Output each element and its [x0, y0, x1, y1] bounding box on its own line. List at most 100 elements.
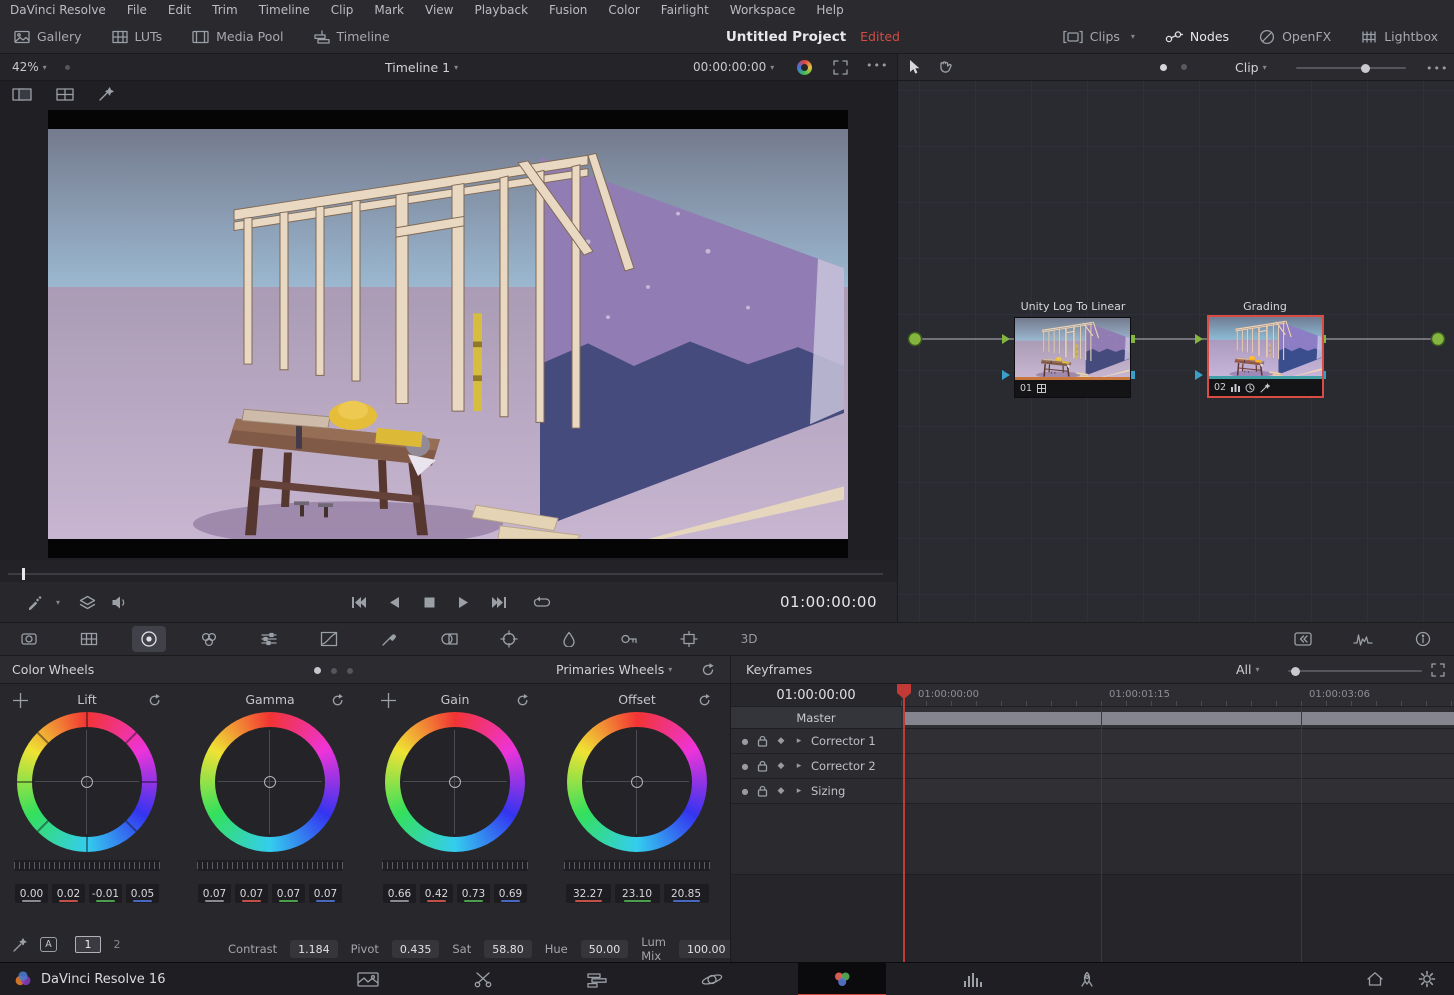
hue-value[interactable]: 50.00: [581, 940, 629, 958]
row-corrector-1[interactable]: ● ◆ ▸ Corrector 1: [731, 729, 901, 754]
gallery-button[interactable]: Gallery: [14, 29, 82, 44]
menu-app[interactable]: DaVinci Resolve: [10, 3, 106, 17]
keyframe-diamond-icon[interactable]: ◆: [775, 761, 787, 771]
lift-master-slider[interactable]: [14, 860, 160, 871]
reset-wheel-icon[interactable]: [147, 693, 162, 708]
scrubber-playhead[interactable]: [22, 568, 25, 580]
keyframes-ruler[interactable]: 01:00:00:00 01:00:01:15 01:00:03:06: [901, 684, 1454, 707]
settings-gear-icon[interactable]: [1418, 970, 1436, 988]
clips-button[interactable]: Clips ▾: [1063, 29, 1135, 44]
page-fairlight[interactable]: [945, 963, 1001, 995]
go-to-end-button[interactable]: [484, 589, 514, 615]
expand-row-icon[interactable]: ▸: [793, 736, 805, 746]
mute-button[interactable]: [104, 589, 134, 615]
master-clip-bar[interactable]: [904, 712, 1454, 725]
node-zoom-dot-active[interactable]: [1160, 64, 1167, 71]
gain-master-slider[interactable]: [382, 860, 528, 871]
enable-dot-icon[interactable]: ●: [739, 737, 751, 746]
timeline-selector[interactable]: Timeline 1: [385, 60, 450, 75]
menu-clip[interactable]: Clip: [331, 3, 354, 17]
color-wheels-tool[interactable]: [132, 626, 166, 652]
sizing-tool[interactable]: [672, 626, 706, 652]
curves-tool[interactable]: [312, 626, 346, 652]
key-tool[interactable]: [612, 626, 646, 652]
value-box[interactable]: 0.02: [52, 884, 85, 903]
reset-wheel-icon[interactable]: [330, 693, 345, 708]
enable-dot-icon[interactable]: ●: [739, 787, 751, 796]
value-box[interactable]: 0.69: [494, 884, 527, 903]
play-reverse-button[interactable]: [379, 589, 409, 615]
track-sizing[interactable]: [901, 779, 1454, 804]
viewer-timecode[interactable]: 00:00:00:00: [693, 60, 766, 74]
menu-fusion[interactable]: Fusion: [549, 3, 587, 17]
window-tool[interactable]: [432, 626, 466, 652]
node-graph[interactable]: Unity Log To Linear 01 Grading 02: [897, 81, 1454, 622]
offset-wheel[interactable]: [567, 712, 707, 852]
expand-row-icon[interactable]: ▸: [793, 761, 805, 771]
expand-viewer-button[interactable]: [833, 60, 848, 78]
stop-button[interactable]: [414, 589, 444, 615]
row-sizing[interactable]: ● ◆ ▸ Sizing: [731, 779, 901, 804]
zoom-select[interactable]: 42%: [12, 60, 39, 74]
page-fusion[interactable]: [684, 963, 740, 995]
wheels-page-2-button[interactable]: 2: [104, 936, 130, 953]
row-corrector-2[interactable]: ● ◆ ▸ Corrector 2: [731, 754, 901, 779]
menu-playback[interactable]: Playback: [474, 3, 528, 17]
nodes-button[interactable]: Nodes: [1165, 29, 1229, 44]
enhance-wand-icon[interactable]: [98, 86, 115, 102]
page-media[interactable]: [340, 963, 396, 995]
node-zoom-track[interactable]: [1296, 67, 1406, 69]
node-zoom-dot[interactable]: [1181, 64, 1187, 70]
grid-view-icon[interactable]: [56, 87, 74, 102]
luts-button[interactable]: LUTs: [112, 29, 163, 44]
blur-tool[interactable]: [552, 626, 586, 652]
value-box[interactable]: 0.66: [383, 884, 416, 903]
hsl-tool[interactable]: [192, 626, 226, 652]
lock-icon[interactable]: [757, 785, 769, 797]
wheels-page-dot[interactable]: [331, 668, 337, 674]
camera-raw-tool[interactable]: [12, 626, 46, 652]
master-track[interactable]: [901, 707, 1454, 729]
offset-master-slider[interactable]: [564, 860, 710, 871]
sat-value[interactable]: 58.80: [484, 940, 532, 958]
gamma-wheel[interactable]: [200, 712, 340, 852]
auto-wand-icon[interactable]: [12, 937, 28, 953]
hand-tool-icon[interactable]: [937, 59, 952, 75]
value-box[interactable]: 0.07: [309, 884, 342, 903]
page-cut[interactable]: [455, 963, 511, 995]
enable-dot-icon[interactable]: ●: [739, 762, 751, 771]
viewer-scrubber[interactable]: [0, 560, 897, 582]
page-deliver[interactable]: [1059, 963, 1115, 995]
reset-all-icon[interactable]: [700, 662, 716, 678]
loop-button[interactable]: [527, 589, 557, 615]
menu-trim[interactable]: Trim: [212, 3, 238, 17]
media-pool-button[interactable]: Media Pool: [192, 29, 283, 44]
value-box[interactable]: 0.42: [420, 884, 453, 903]
value-box[interactable]: 20.85: [664, 884, 709, 903]
wheels-page-dot-active[interactable]: [314, 667, 321, 674]
value-box[interactable]: 0.05: [126, 884, 159, 903]
menu-workspace[interactable]: Workspace: [730, 3, 796, 17]
value-box[interactable]: 0.73: [457, 884, 490, 903]
grade-bypass-button[interactable]: [797, 60, 812, 75]
collapse-panel-button[interactable]: [1286, 626, 1320, 652]
contrast-value[interactable]: 1.184: [290, 940, 338, 958]
menu-mark[interactable]: Mark: [374, 3, 404, 17]
node-01[interactable]: 01: [1014, 317, 1131, 398]
menu-file[interactable]: File: [127, 3, 147, 17]
node-02-selected[interactable]: 02: [1207, 315, 1324, 398]
keyframes-filter[interactable]: All: [1236, 662, 1252, 677]
auto-balance-a-button[interactable]: A: [40, 937, 57, 952]
menu-view[interactable]: View: [425, 3, 453, 17]
lum-mix-value[interactable]: 100.00: [679, 940, 734, 958]
value-box[interactable]: -0.01: [89, 884, 122, 903]
value-box[interactable]: 0.00: [15, 884, 48, 903]
track-corrector-1[interactable]: [901, 729, 1454, 754]
stereo-3d-tool[interactable]: 3D: [732, 626, 766, 652]
go-to-start-button[interactable]: [344, 589, 374, 615]
still-grab-button[interactable]: [20, 589, 50, 615]
color-match-tool[interactable]: [72, 626, 106, 652]
value-box[interactable]: 32.27: [566, 884, 611, 903]
scopes-button[interactable]: [1346, 626, 1380, 652]
node-zoom-handle[interactable]: [1361, 64, 1370, 73]
